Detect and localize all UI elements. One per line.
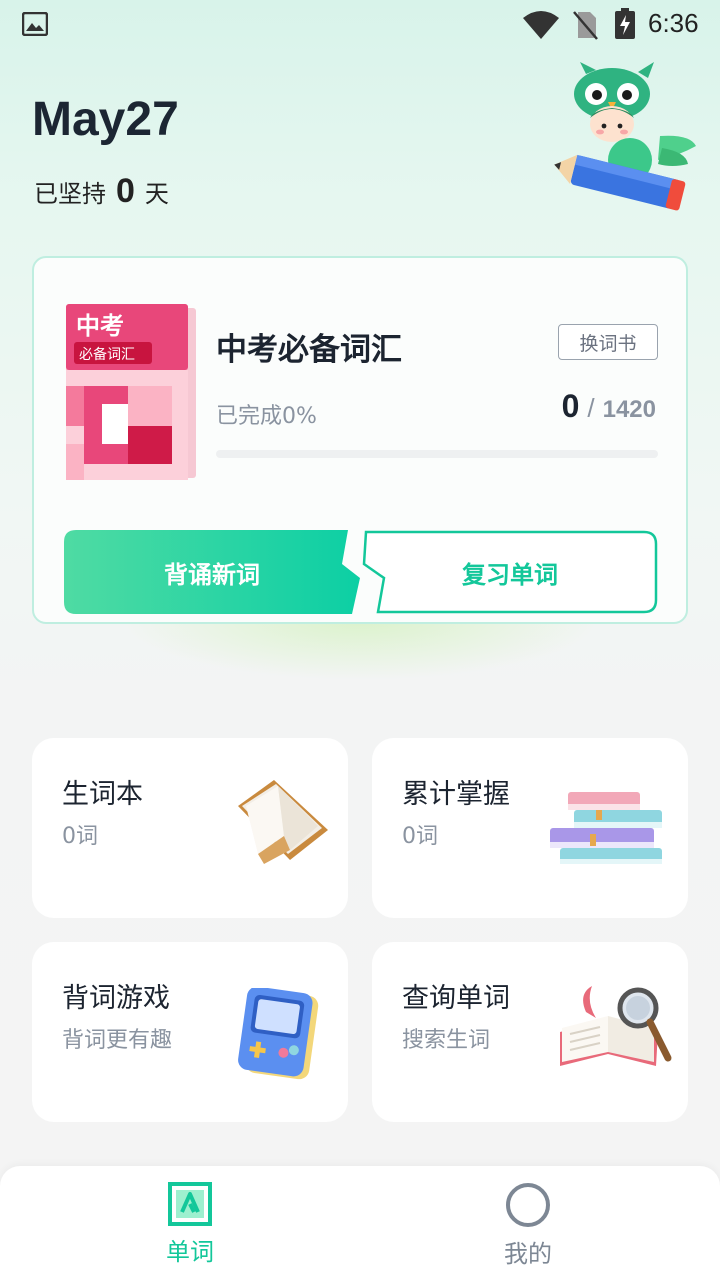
tile-word-lookup[interactable]: 查询单词 搜索生词 <box>372 942 688 1122</box>
tile-subtitle: 0词 <box>62 824 98 849</box>
count-separator: / <box>587 393 595 423</box>
tile-subtitle: 搜索生词 <box>402 1028 491 1053</box>
tile-title: 生词本 <box>62 779 143 810</box>
review-words-button[interactable]: 复习单词 <box>362 530 658 614</box>
progress-count: 0 / 1420 <box>562 388 656 425</box>
learn-new-words-button[interactable]: 背诵新词 <box>64 530 360 614</box>
cover-title: 中考 <box>76 312 124 340</box>
book-stack-icon <box>550 792 662 864</box>
open-book-icon <box>238 780 328 864</box>
tab-profile[interactable]: 我的 <box>468 1182 588 1278</box>
no-sim-icon <box>573 11 598 40</box>
wifi-icon <box>523 11 559 39</box>
tab-words-label: 单词 <box>166 1238 214 1266</box>
streak-counter: 已坚持 0 天 <box>34 172 169 211</box>
tab-profile-label: 我的 <box>504 1240 552 1268</box>
magnifier-book-icon <box>560 986 672 1066</box>
profile-tab-icon <box>506 1183 550 1227</box>
status-time: 6:36 <box>648 8 699 38</box>
tile-title: 查询单词 <box>402 983 510 1014</box>
change-book-button[interactable]: 换词书 <box>558 324 658 360</box>
tab-words[interactable]: 单词 <box>130 1182 250 1278</box>
tile-mastered-words[interactable]: 累计掌握 0词 <box>372 738 688 918</box>
status-bar: 6:36 <box>0 0 720 50</box>
tile-title: 累计掌握 <box>402 779 510 810</box>
total-count: 1420 <box>602 396 656 423</box>
progress-bar <box>216 450 658 458</box>
tile-new-words-book[interactable]: 生词本 0词 <box>32 738 348 918</box>
completion-label: 已完成0% <box>216 404 317 429</box>
current-book-card: 中考 必备词汇 中考必备词汇 换词书 已完成0% 0 / 1420 背诵新词 复… <box>32 256 688 624</box>
tile-title: 背词游戏 <box>62 983 170 1014</box>
cover-subtitle: 必备词汇 <box>79 346 135 363</box>
battery-charging-icon <box>615 8 635 39</box>
tile-word-game[interactable]: 背词游戏 背词更有趣 <box>32 942 348 1122</box>
study-buttons: 背诵新词 复习单词 <box>64 530 658 614</box>
tile-subtitle: 背词更有趣 <box>62 1028 173 1053</box>
game-console-icon <box>238 988 319 1080</box>
book-title: 中考必备词汇 <box>216 332 402 368</box>
word-tab-icon <box>168 1182 212 1226</box>
tile-subtitle: 0词 <box>402 824 438 849</box>
learned-count: 0 <box>561 388 580 424</box>
streak-days: 0 <box>116 172 135 210</box>
date-title: May27 <box>32 93 179 146</box>
owl-mascot-icon <box>554 62 696 211</box>
bottom-nav: 单词 我的 <box>0 1166 720 1280</box>
streak-suffix: 天 <box>144 180 169 208</box>
book-cover[interactable]: 中考 必备词汇 <box>66 304 196 482</box>
photo-icon <box>22 12 48 36</box>
streak-prefix: 已坚持 <box>34 180 106 208</box>
